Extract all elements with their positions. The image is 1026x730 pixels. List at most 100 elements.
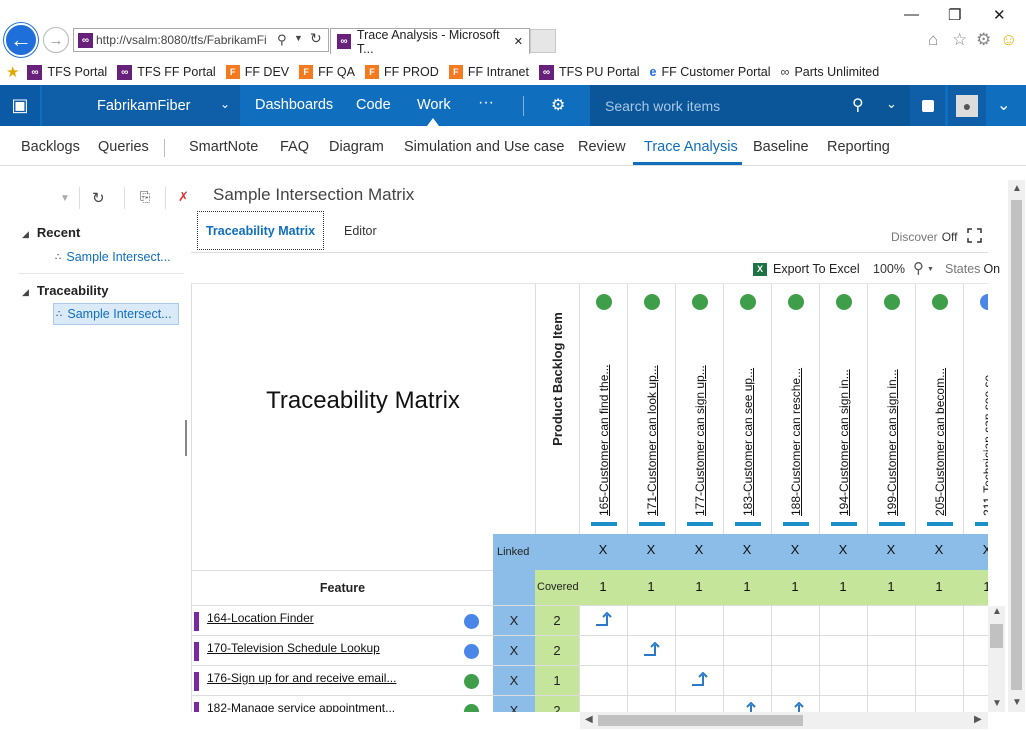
fav-tfs-pu-portal[interactable]: ∞ TFS PU Portal (538, 64, 640, 80)
tab-simulation[interactable]: Simulation and Use case (404, 139, 564, 155)
nav-more[interactable]: ··· (478, 94, 494, 112)
pbi-column-header[interactable]: 177-Customer can sign up... (675, 284, 723, 534)
matrix-horizontal-scrollbar[interactable]: ◀ ▶ (580, 712, 988, 729)
dropdown-icon[interactable]: ▼ (294, 33, 303, 43)
matrix-cell[interactable] (771, 666, 819, 696)
tab-backlogs[interactable]: Backlogs (21, 139, 80, 155)
page-vertical-scrollbar[interactable]: ▲ ▼ (1008, 180, 1025, 712)
matrix-cell[interactable] (867, 696, 915, 712)
feature-link[interactable]: 182-Manage service appointment... (207, 701, 407, 712)
scroll-right-icon[interactable]: ▶ (974, 714, 982, 725)
tab-reporting[interactable]: Reporting (827, 139, 890, 155)
rename-icon[interactable]: ⎘ (140, 189, 150, 205)
matrix-cell[interactable] (819, 606, 867, 636)
forward-button[interactable]: → (43, 27, 69, 53)
matrix-cell[interactable] (675, 696, 723, 712)
pbi-column-header[interactable]: 199-Customer can sign in... (867, 284, 915, 534)
matrix-cell[interactable] (723, 636, 771, 666)
pbi-column-label[interactable]: 194-Customer can sign in... (837, 351, 851, 516)
matrix-cell[interactable] (915, 696, 963, 712)
search-work-items[interactable]: Search work items ⚲ ⌄ (590, 85, 910, 126)
link-arrow-icon[interactable] (739, 702, 757, 712)
pbi-column-label[interactable]: 165-Customer can find the... (597, 351, 611, 516)
dropdown-icon[interactable]: ▼ (927, 266, 934, 273)
fav-tfs-portal[interactable]: ∞ TFS Portal (27, 64, 107, 80)
traceability-item-selected[interactable]: ∴ Sample Intersect... (53, 303, 179, 325)
fav-parts-unlimited[interactable]: ∞ Parts Unlimited (781, 65, 880, 79)
tab-close-icon[interactable]: ✕ (514, 35, 523, 48)
link-arrow-icon[interactable] (787, 702, 805, 712)
tab-diagram[interactable]: Diagram (329, 139, 384, 155)
pbi-column-label[interactable]: 211-Technician can see se... (981, 351, 988, 516)
nav-work[interactable]: Work (417, 97, 451, 113)
chevron-down-icon[interactable]: ⌄ (997, 95, 1010, 115)
matrix-cell[interactable] (771, 696, 819, 712)
pbi-column-label[interactable]: 205-Customer can becom... (933, 351, 947, 516)
settings-gear-icon[interactable]: ⚙ (976, 30, 991, 50)
discover-toggle[interactable]: Discover Off (891, 230, 957, 244)
feature-link[interactable]: 176-Sign up for and receive email... (207, 671, 407, 685)
matrix-cell[interactable] (675, 606, 723, 636)
recent-item[interactable]: ∴ Sample Intersect... (53, 246, 179, 268)
pbi-column-label[interactable]: 171-Customer can look up... (645, 351, 659, 516)
address-url[interactable]: http://vsalm:8080/tfs/FabrikamFi (96, 33, 268, 47)
matrix-cell[interactable] (819, 636, 867, 666)
collapse-icon[interactable]: ◢ (22, 287, 29, 297)
matrix-cell[interactable] (723, 696, 771, 712)
fav-ff-prod[interactable]: F FF PROD (364, 65, 439, 79)
avatar[interactable]: ● (948, 85, 986, 126)
pbi-column-label[interactable]: 183-Customer can see up... (741, 351, 755, 516)
matrix-vertical-scrollbar[interactable]: ▲ ▼ (988, 606, 1005, 712)
matrix-cell[interactable] (579, 666, 627, 696)
matrix-cell[interactable] (627, 606, 675, 636)
matrix-cell[interactable] (579, 696, 627, 712)
smiley-feedback-icon[interactable]: ☺ (1000, 30, 1017, 50)
tab-trace-analysis[interactable]: Trace Analysis (644, 139, 738, 155)
scroll-up-icon[interactable]: ▲ (1012, 183, 1022, 194)
chevron-down-icon[interactable]: ⌄ (220, 97, 230, 111)
matrix-cell[interactable] (867, 606, 915, 636)
recent-group[interactable]: ◢ Recent (22, 225, 80, 240)
collapse-icon[interactable]: ◢ (22, 229, 29, 239)
feature-link[interactable]: 170-Television Schedule Lookup (207, 641, 407, 655)
pbi-column-label[interactable]: 188-Customer can resche... (789, 351, 803, 516)
shopping-bag-icon[interactable] (910, 85, 945, 126)
pbi-column-label[interactable]: 199-Customer can sign in... (885, 351, 899, 516)
pbi-column-header[interactable]: 188-Customer can resche... (771, 284, 819, 534)
nav-dashboards[interactable]: Dashboards (255, 97, 333, 113)
new-tab-button[interactable] (530, 29, 556, 53)
fav-ff-dev[interactable]: F FF DEV (225, 65, 289, 79)
fullscreen-icon[interactable] (967, 228, 982, 243)
traceability-group[interactable]: ◢ Traceability (22, 283, 108, 298)
matrix-cell[interactable] (819, 696, 867, 712)
matrix-cell[interactable] (963, 666, 988, 696)
pbi-column-label[interactable]: 177-Customer can sign up... (693, 351, 707, 516)
link-arrow-icon[interactable] (691, 672, 709, 686)
matrix-cell[interactable] (771, 606, 819, 636)
matrix-cell[interactable] (627, 666, 675, 696)
feature-link[interactable]: 164-Location Finder (207, 611, 407, 625)
add-favorite-icon[interactable]: ★ (6, 63, 19, 81)
matrix-cell[interactable] (915, 606, 963, 636)
settings-gear-icon[interactable]: ⚙ (551, 95, 565, 115)
minimize-icon[interactable]: — (904, 6, 919, 23)
pbi-column-header[interactable]: 194-Customer can sign in... (819, 284, 867, 534)
export-to-excel-button[interactable]: X Export To Excel (753, 262, 860, 276)
refresh-icon[interactable]: ↻ (92, 189, 105, 207)
search-input[interactable]: Search work items (605, 98, 720, 114)
matrix-cell[interactable] (579, 606, 627, 636)
search-icon[interactable]: ⚲ (852, 95, 864, 115)
tab-faq[interactable]: FAQ (280, 139, 309, 155)
matrix-cell[interactable] (579, 636, 627, 666)
address-bar[interactable]: ∞ http://vsalm:8080/tfs/FabrikamFi ⚲ ▼ ↻ (73, 28, 329, 52)
matrix-cell[interactable] (867, 666, 915, 696)
favorites-star-icon[interactable]: ☆ (952, 30, 967, 50)
matrix-cell[interactable] (963, 636, 988, 666)
link-arrow-icon[interactable] (595, 612, 613, 626)
tab-editor[interactable]: Editor (344, 224, 377, 238)
back-button[interactable]: ← (4, 23, 38, 57)
restore-icon[interactable]: ❐ (948, 6, 961, 24)
search-icon[interactable]: ⚲ (277, 32, 287, 48)
pbi-column-header[interactable]: 211-Technician can see se... (963, 284, 988, 534)
tab-review[interactable]: Review (578, 139, 626, 155)
